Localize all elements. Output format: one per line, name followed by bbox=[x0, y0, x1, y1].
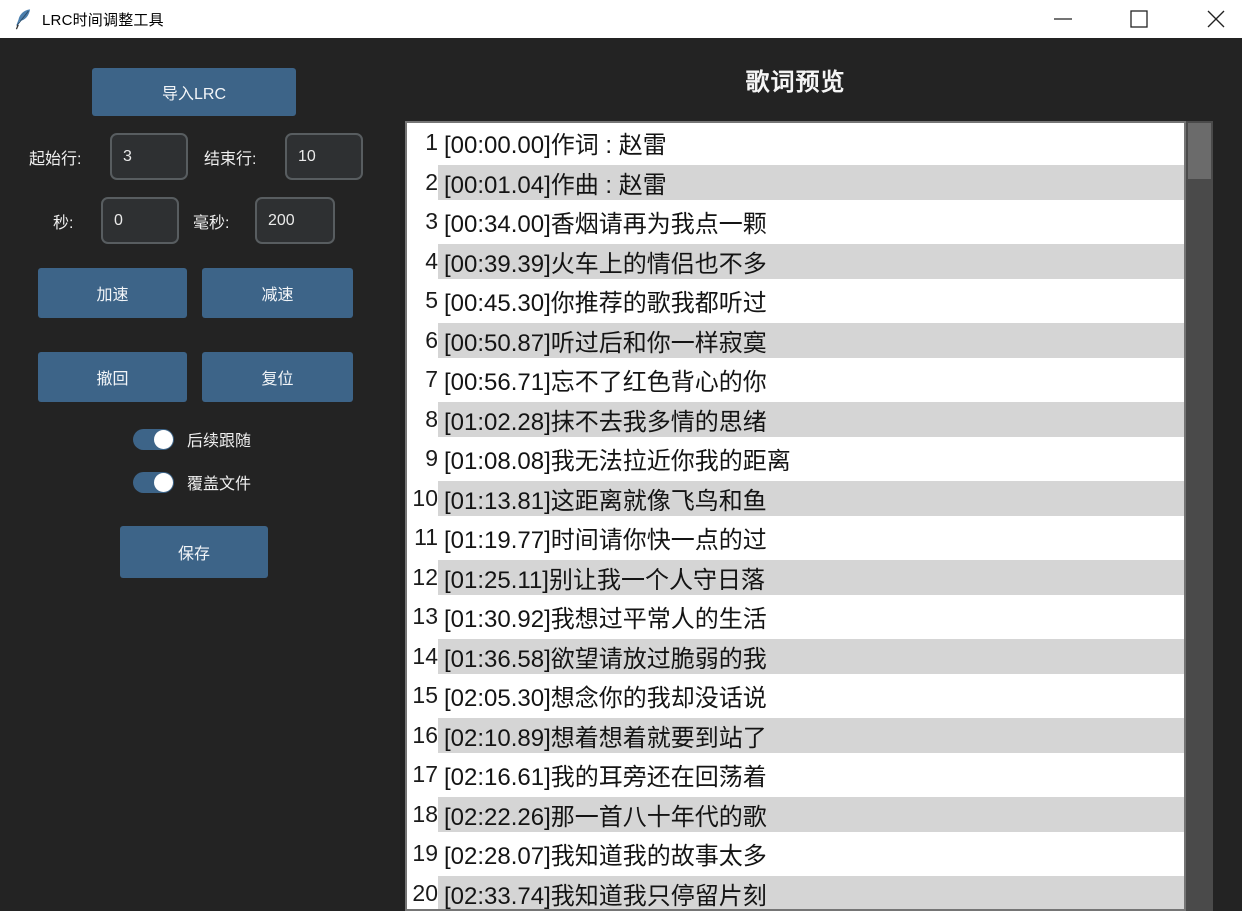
lyric-line-text: [00:50.87]听过后和你一样寂寞 bbox=[438, 323, 1184, 358]
overwrite-switch[interactable]: 覆盖文件 bbox=[133, 470, 251, 494]
end-line-input[interactable] bbox=[285, 133, 363, 180]
slow-down-button[interactable]: 减速 bbox=[202, 268, 353, 318]
close-icon bbox=[1205, 8, 1227, 30]
lyric-line-number: 7 bbox=[407, 366, 438, 393]
follow-switch-track[interactable] bbox=[133, 429, 174, 450]
lyric-line-number: 4 bbox=[407, 248, 438, 275]
lyric-line-number: 17 bbox=[407, 761, 438, 788]
lyric-line-text: [01:08.08]我无法拉近你我的距离 bbox=[438, 441, 1184, 476]
seconds-input[interactable] bbox=[101, 197, 179, 244]
lyric-line-number: 12 bbox=[407, 564, 438, 591]
import-lrc-button[interactable]: 导入LRC bbox=[92, 68, 296, 116]
lyric-line-text: [02:10.89]想着想着就要到站了 bbox=[438, 718, 1184, 753]
follow-switch-knob[interactable] bbox=[154, 430, 173, 449]
lyric-line-number: 19 bbox=[407, 840, 438, 867]
lyric-line-number: 8 bbox=[407, 406, 438, 433]
lyric-line-text: [02:28.07]我知道我的故事太多 bbox=[438, 836, 1184, 871]
seconds-label: 秒: bbox=[53, 197, 73, 244]
milliseconds-input[interactable] bbox=[255, 197, 335, 244]
start-line-input[interactable] bbox=[110, 133, 188, 180]
lyric-line-text: [02:33.74]我知道我只停留片刻 bbox=[438, 876, 1184, 911]
lyric-row[interactable]: 8[01:02.28]抹不去我多情的思绪 bbox=[407, 400, 1184, 440]
lyric-row[interactable]: 9[01:08.08]我无法拉近你我的距离 bbox=[407, 439, 1184, 479]
reset-button[interactable]: 复位 bbox=[202, 352, 353, 402]
lyric-line-number: 14 bbox=[407, 643, 438, 670]
lyric-line-text: [02:05.30]想念你的我却没话说 bbox=[438, 678, 1184, 713]
lyric-line-text: [01:25.11]别让我一个人守日落 bbox=[438, 560, 1184, 595]
lyric-row[interactable]: 14[01:36.58]欲望请放过脆弱的我 bbox=[407, 637, 1184, 677]
lyric-row[interactable]: 4[00:39.39]火车上的情侣也不多 bbox=[407, 242, 1184, 282]
lyric-row[interactable]: 6[00:50.87]听过后和你一样寂寞 bbox=[407, 321, 1184, 361]
lyric-line-number: 9 bbox=[407, 445, 438, 472]
lyric-line-number: 1 bbox=[407, 129, 438, 156]
lyric-row[interactable]: 7[00:56.71]忘不了红色背心的你 bbox=[407, 360, 1184, 400]
lyric-line-number: 18 bbox=[407, 801, 438, 828]
lyric-line-number: 2 bbox=[407, 169, 438, 196]
lyric-line-text: [01:19.77]时间请你快一点的过 bbox=[438, 520, 1184, 555]
undo-button[interactable]: 撤回 bbox=[38, 352, 187, 402]
lyric-line-text: [00:39.39]火车上的情侣也不多 bbox=[438, 244, 1184, 279]
lyric-row[interactable]: 16[02:10.89]想着想着就要到站了 bbox=[407, 716, 1184, 756]
milliseconds-label: 毫秒: bbox=[193, 197, 229, 244]
lyric-line-number: 16 bbox=[407, 722, 438, 749]
titlebar[interactable]: LRC时间调整工具 bbox=[0, 0, 1242, 38]
lyric-row[interactable]: 20[02:33.74]我知道我只停留片刻 bbox=[407, 874, 1184, 911]
lyric-line-number: 15 bbox=[407, 682, 438, 709]
lyric-row[interactable]: 2[00:01.04]作曲 : 赵雷 bbox=[407, 163, 1184, 203]
overwrite-switch-track[interactable] bbox=[133, 472, 174, 493]
lyric-line-text: [00:01.04]作曲 : 赵雷 bbox=[438, 165, 1184, 200]
lyric-row[interactable]: 1[00:00.00]作词 : 赵雷 bbox=[407, 123, 1184, 163]
lyrics-list[interactable]: 1[00:00.00]作词 : 赵雷2[00:01.04]作曲 : 赵雷3[00… bbox=[405, 121, 1186, 911]
lyric-line-text: [00:34.00]香烟请再为我点一颗 bbox=[438, 204, 1184, 239]
speed-up-button[interactable]: 加速 bbox=[38, 268, 187, 318]
maximize-icon bbox=[1128, 8, 1150, 30]
lyric-line-text: [01:36.58]欲望请放过脆弱的我 bbox=[438, 639, 1184, 674]
follow-switch-label: 后续跟随 bbox=[187, 427, 251, 451]
lyric-row[interactable]: 13[01:30.92]我想过平常人的生活 bbox=[407, 597, 1184, 637]
window-title: LRC时间调整工具 bbox=[42, 9, 164, 30]
save-button[interactable]: 保存 bbox=[120, 526, 268, 578]
lyric-line-text: [01:02.28]抹不去我多情的思绪 bbox=[438, 402, 1184, 437]
lyric-line-text: [02:22.26]那一首八十年代的歌 bbox=[438, 797, 1184, 832]
tk-feather-icon bbox=[13, 8, 33, 30]
lyric-row[interactable]: 17[02:16.61]我的耳旁还在回荡着 bbox=[407, 755, 1184, 795]
app-window: LRC时间调整工具 导入LRC 起始行: 结束行: 秒: 毫秒: bbox=[0, 0, 1242, 911]
lyric-line-text: [00:00.00]作词 : 赵雷 bbox=[438, 125, 1184, 160]
lyric-row[interactable]: 12[01:25.11]别让我一个人守日落 bbox=[407, 558, 1184, 598]
scrollbar[interactable] bbox=[1186, 121, 1213, 911]
lyric-row[interactable]: 10[01:13.81]这距离就像飞鸟和鱼 bbox=[407, 479, 1184, 519]
lyric-line-text: [00:45.30]你推荐的歌我都听过 bbox=[438, 283, 1184, 318]
lyric-line-number: 11 bbox=[407, 524, 438, 551]
lyric-line-number: 20 bbox=[407, 880, 438, 907]
lyric-row[interactable]: 3[00:34.00]香烟请再为我点一颗 bbox=[407, 202, 1184, 242]
close-button[interactable] bbox=[1190, 0, 1242, 38]
lyric-row[interactable]: 11[01:19.77]时间请你快一点的过 bbox=[407, 518, 1184, 558]
lyric-row[interactable]: 18[02:22.26]那一首八十年代的歌 bbox=[407, 795, 1184, 835]
lyric-line-text: [01:30.92]我想过平常人的生活 bbox=[438, 599, 1184, 634]
lyric-line-number: 13 bbox=[407, 603, 438, 630]
lyric-line-text: [01:13.81]这距离就像飞鸟和鱼 bbox=[438, 481, 1184, 516]
minimize-button[interactable] bbox=[1040, 0, 1086, 38]
minimize-icon bbox=[1052, 8, 1074, 30]
maximize-button[interactable] bbox=[1116, 0, 1162, 38]
lyric-row[interactable]: 15[02:05.30]想念你的我却没话说 bbox=[407, 676, 1184, 716]
overwrite-switch-label: 覆盖文件 bbox=[187, 470, 251, 494]
scrollbar-thumb[interactable] bbox=[1188, 123, 1211, 179]
preview-title: 歌词预览 bbox=[405, 62, 1186, 97]
lyric-line-text: [02:16.61]我的耳旁还在回荡着 bbox=[438, 757, 1184, 792]
lyric-line-number: 5 bbox=[407, 287, 438, 314]
end-line-label: 结束行: bbox=[204, 133, 256, 180]
follow-switch[interactable]: 后续跟随 bbox=[133, 427, 251, 451]
lyric-line-text: [00:56.71]忘不了红色背心的你 bbox=[438, 362, 1184, 397]
lyric-line-number: 10 bbox=[407, 485, 438, 512]
lyric-line-number: 6 bbox=[407, 327, 438, 354]
start-line-label: 起始行: bbox=[29, 133, 81, 180]
lyric-line-number: 3 bbox=[407, 208, 438, 235]
app-body: 导入LRC 起始行: 结束行: 秒: 毫秒: 加速 减速 撤回 复位 后续跟随 … bbox=[0, 38, 1242, 911]
lyric-row[interactable]: 5[00:45.30]你推荐的歌我都听过 bbox=[407, 281, 1184, 321]
lyric-row[interactable]: 19[02:28.07]我知道我的故事太多 bbox=[407, 834, 1184, 874]
overwrite-switch-knob[interactable] bbox=[154, 473, 173, 492]
